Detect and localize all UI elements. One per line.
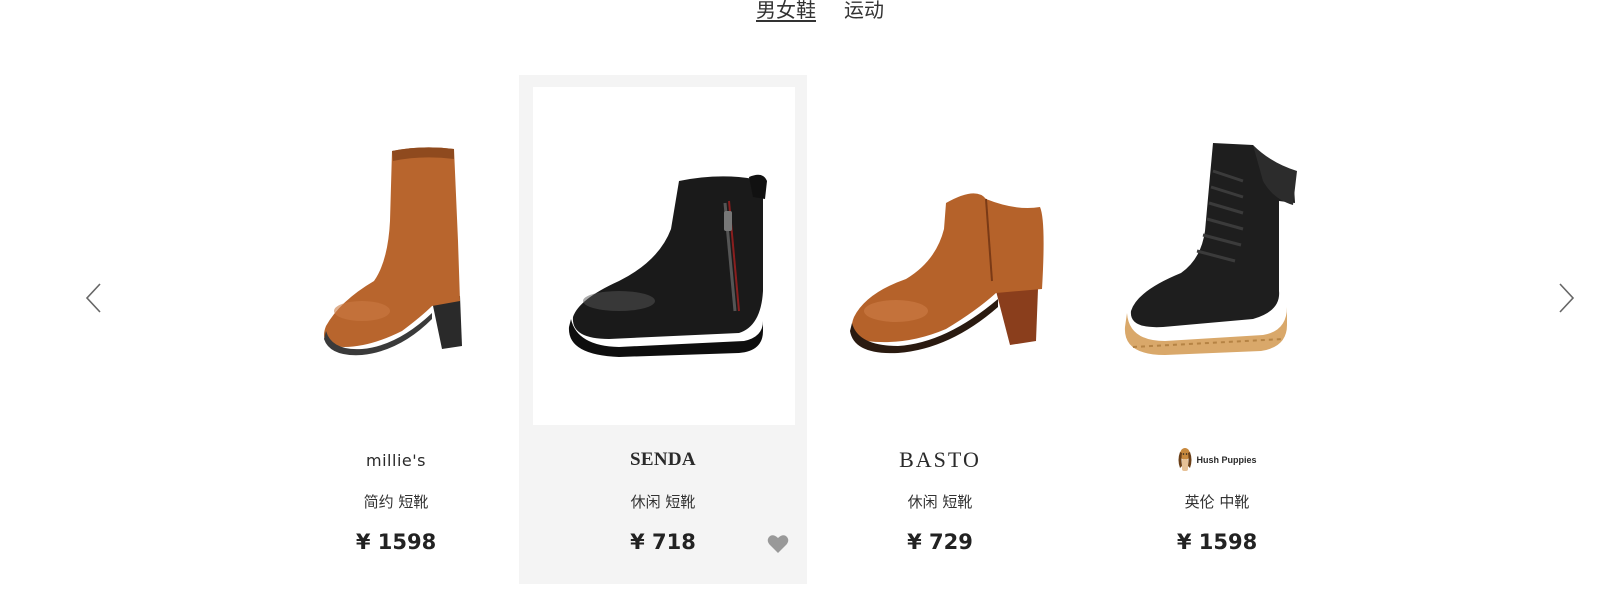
product-image[interactable] (1087, 87, 1349, 425)
product-image[interactable] (810, 87, 1072, 425)
product-card-3[interactable]: BASTO 休闲 短靴 ¥ 729 (796, 75, 1084, 584)
product-description[interactable]: 休闲 短靴 (519, 491, 807, 512)
product-card-4[interactable]: Hush Puppies 英伦 中靴 ¥ 1598 (1073, 75, 1361, 584)
product-card-2[interactable]: SENDA 休闲 短靴 ¥ 718 (519, 75, 807, 584)
product-carousel-page: 男女鞋 运动 millie's 简约 短靴 ¥ 1598 SENDA 休闲 短靴… (0, 0, 1624, 592)
combat-boot-image (1124, 143, 1297, 355)
product-price: ¥ 729 (907, 530, 973, 554)
product-description[interactable]: 简约 短靴 (252, 491, 540, 512)
brand-logo: BASTO (899, 447, 981, 472)
tab-shoes[interactable]: 男女鞋 (756, 0, 816, 28)
product-description[interactable]: 英伦 中靴 (1073, 491, 1361, 512)
product-price: ¥ 1598 (1176, 530, 1258, 554)
prev-button[interactable] (78, 280, 108, 316)
brand-logo: Hush Puppies (1073, 445, 1361, 475)
product-card-1[interactable]: millie's 简约 短靴 ¥ 1598 (252, 75, 540, 584)
next-button[interactable] (1552, 280, 1582, 316)
product-image[interactable] (533, 87, 795, 425)
category-tabs: 男女鞋 运动 (0, 0, 1624, 28)
product-price: ¥ 1598 (355, 530, 437, 554)
ankle-boot-image (568, 174, 767, 357)
tab-sports[interactable]: 运动 (844, 0, 884, 28)
chevron-left-icon (85, 283, 101, 313)
brand-name: Hush Puppies (1196, 455, 1257, 465)
ankle-boot-image (850, 193, 1044, 354)
product-image[interactable] (266, 87, 528, 425)
product-description[interactable]: 休闲 短靴 (796, 491, 1084, 512)
hush-puppies-dog-icon (1178, 448, 1192, 471)
brand-logo: SENDA (630, 449, 696, 470)
ankle-boot-image (324, 147, 462, 356)
favorite-heart-icon[interactable] (767, 534, 789, 554)
brand-logo: millie's (366, 450, 426, 470)
product-price: ¥ 718 (630, 530, 696, 554)
chevron-right-icon (1559, 283, 1575, 313)
